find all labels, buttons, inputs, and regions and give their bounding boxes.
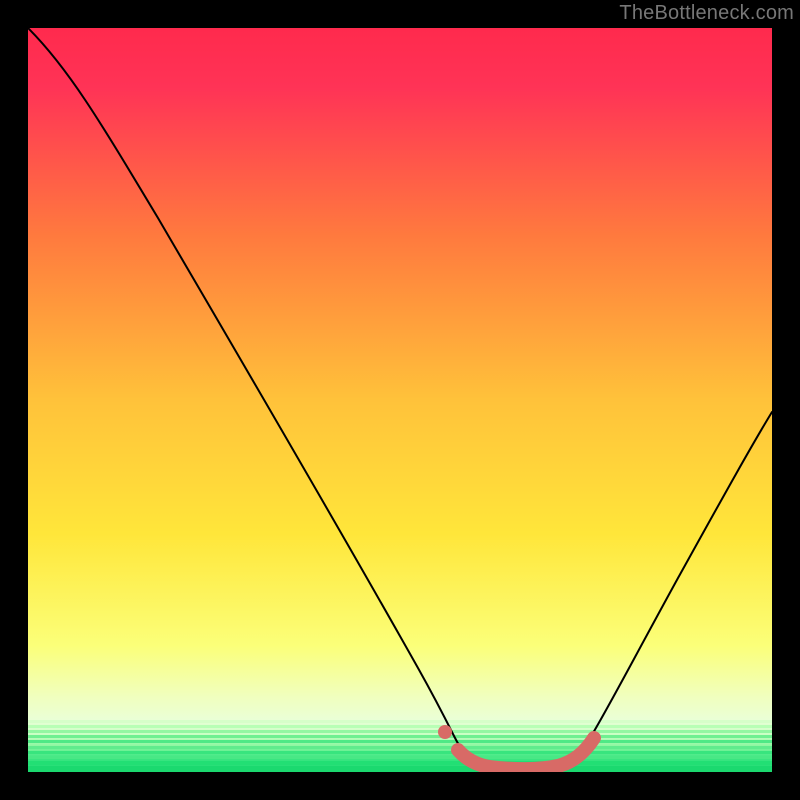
plot-area xyxy=(28,28,772,772)
gradient-background xyxy=(28,28,772,772)
bottleneck-chart-svg xyxy=(28,28,772,772)
watermark-text: TheBottleneck.com xyxy=(619,2,794,25)
highlighted-marker-dot xyxy=(438,725,452,739)
green-band-striations xyxy=(28,720,772,772)
chart-frame: TheBottleneck.com xyxy=(0,0,800,800)
